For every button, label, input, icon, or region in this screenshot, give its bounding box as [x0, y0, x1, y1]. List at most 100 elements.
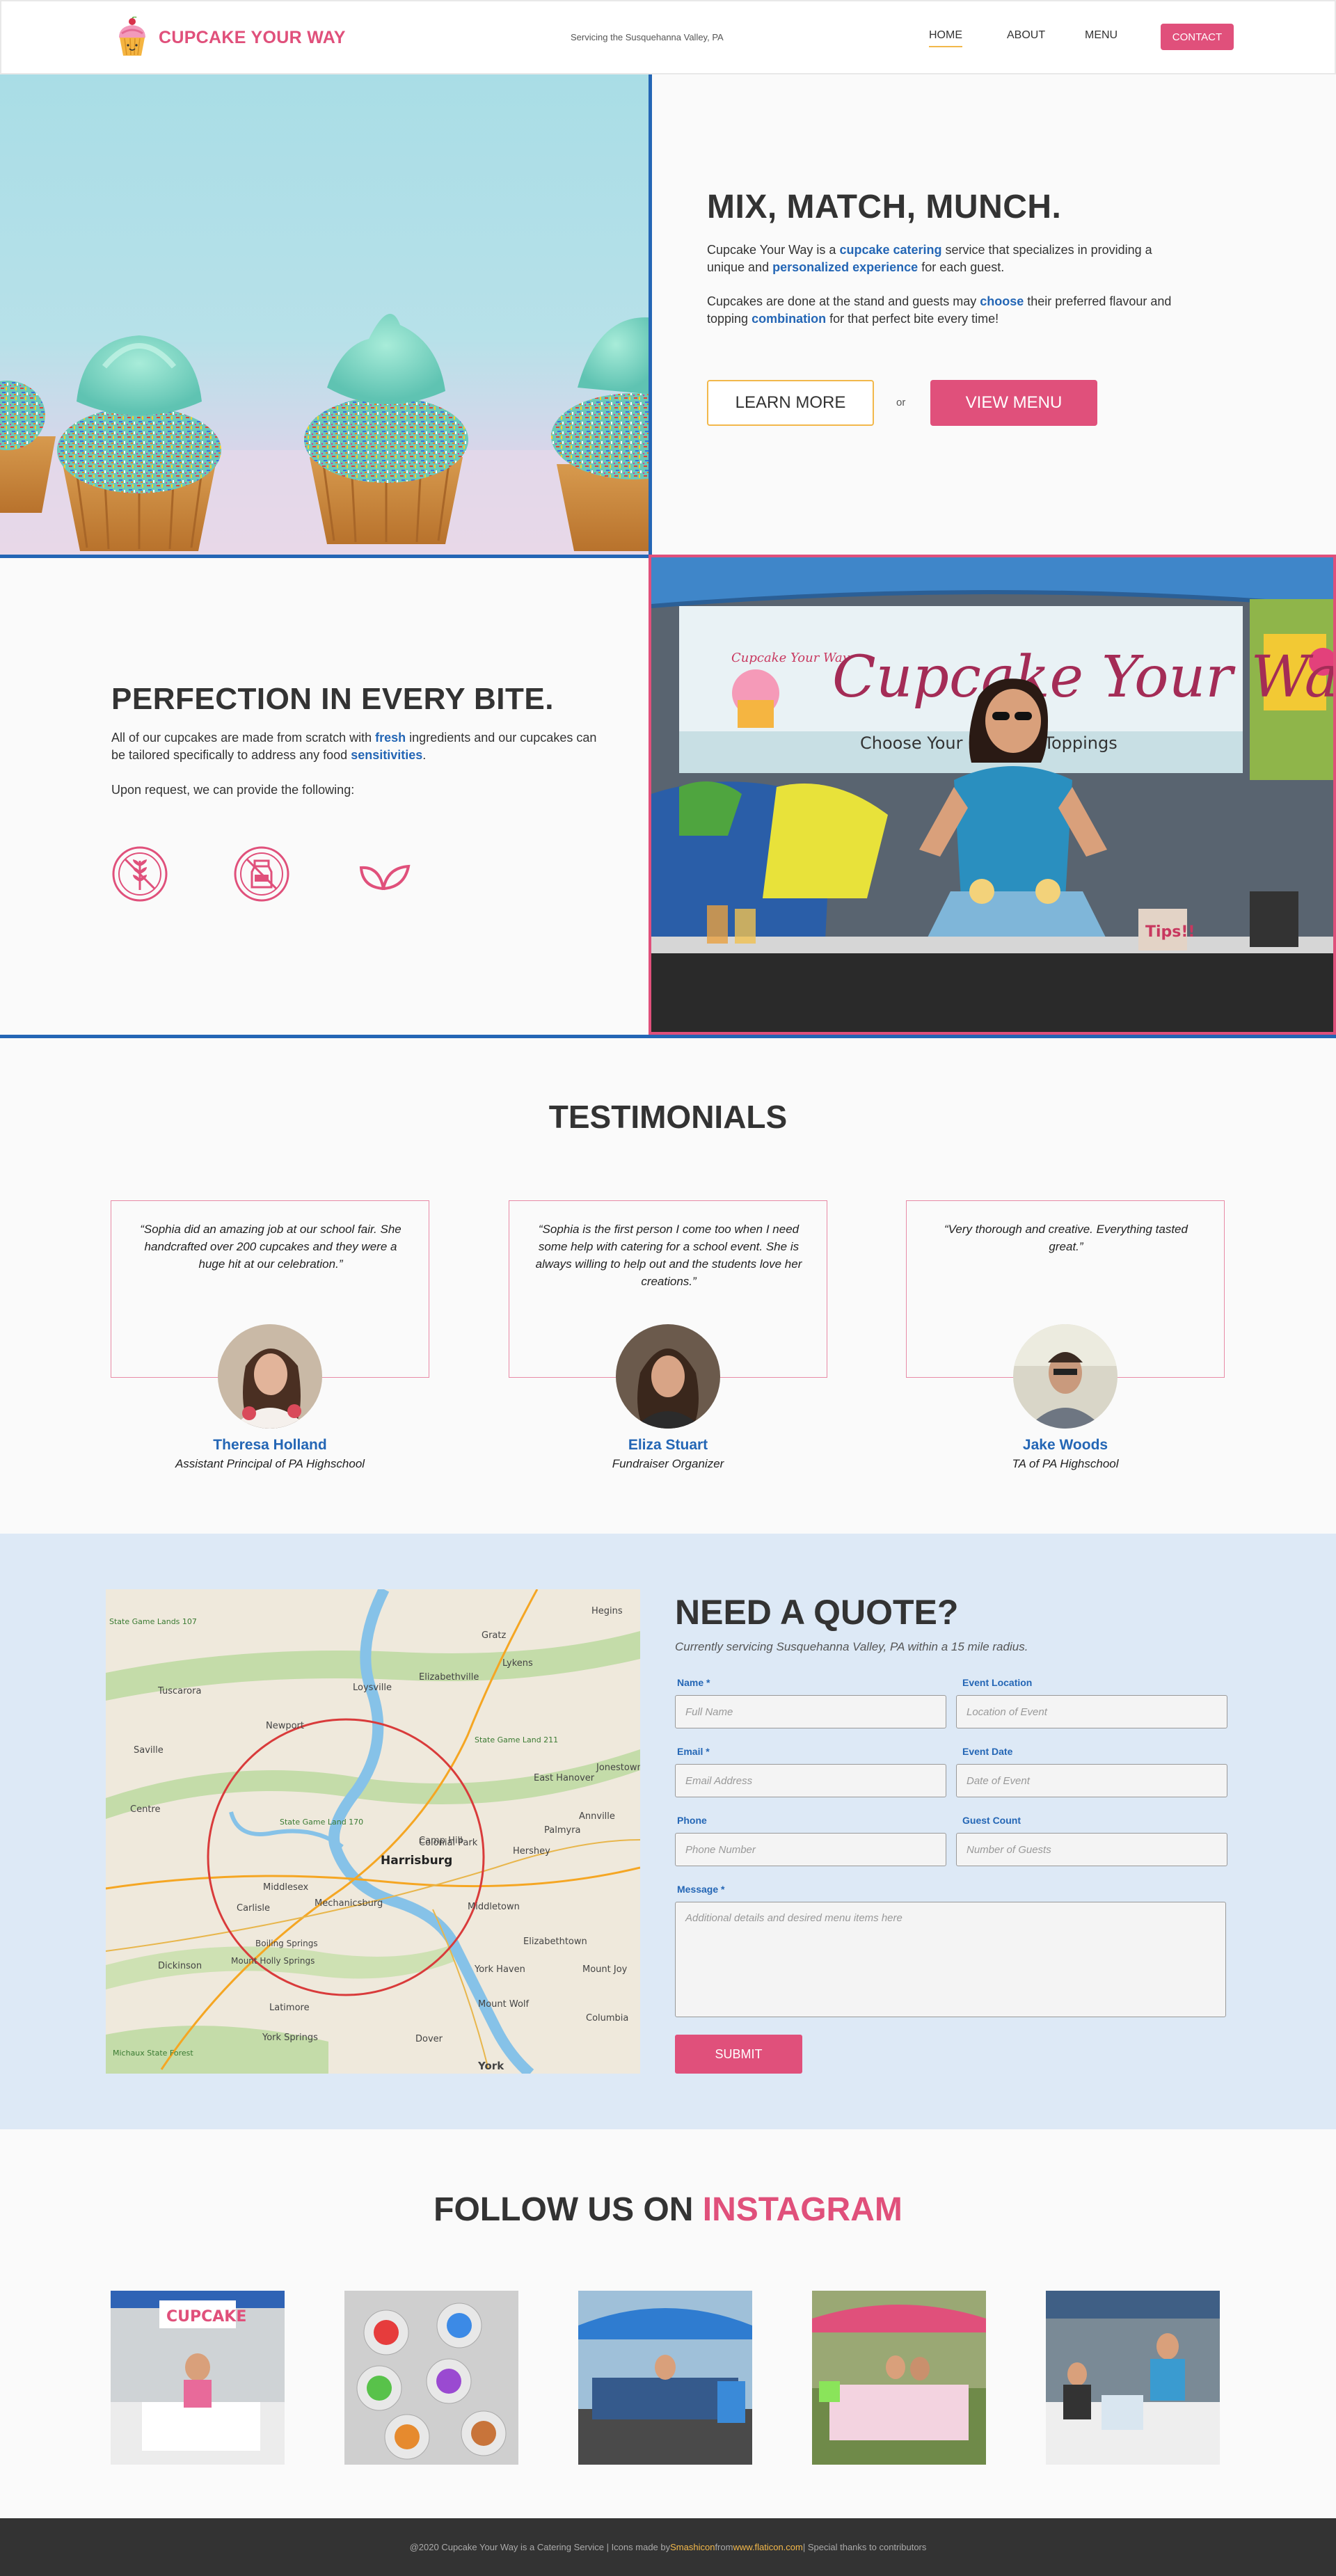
nav-about[interactable]: ABOUT	[1007, 29, 1045, 42]
svg-text:Latimore: Latimore	[269, 2003, 310, 2013]
instagram-photo[interactable]: CUPCAKE	[111, 2291, 285, 2465]
highlight-fresh: fresh	[375, 731, 406, 745]
highlight-choose: choose	[980, 294, 1024, 308]
svg-text:Dickinson: Dickinson	[158, 1961, 202, 1971]
svg-text:Tips!!: Tips!!	[1145, 923, 1195, 941]
avatar	[616, 1324, 720, 1429]
view-menu-button[interactable]: VIEW MENU	[930, 380, 1097, 426]
svg-text:Middletown: Middletown	[468, 1902, 520, 1912]
svg-text:State Game Land 211: State Game Land 211	[475, 1735, 558, 1744]
instagram-photo[interactable]	[812, 2291, 986, 2465]
highlight-cupcake-catering: cupcake catering	[839, 243, 942, 257]
quote-subtitle: Currently servicing Susquehanna Valley, …	[675, 1640, 1028, 1653]
svg-text:Lykens: Lykens	[502, 1658, 533, 1669]
learn-more-button[interactable]: LEARN MORE	[707, 380, 874, 426]
gluten-free-icon	[112, 846, 168, 902]
section-divider-bottom	[0, 1035, 1336, 1038]
testimonial-name: Theresa Holland	[213, 1437, 327, 1453]
svg-text:Elizabethville: Elizabethville	[419, 1672, 479, 1683]
svg-text:Boiling Springs: Boiling Springs	[255, 1939, 318, 1948]
svg-text:Elizabethtown: Elizabethtown	[523, 1937, 587, 1947]
brand-name[interactable]: CUPCAKE YOUR WAY	[159, 28, 346, 48]
testimonial-name: Eliza Stuart	[628, 1437, 708, 1453]
name-field[interactable]: Full Name	[675, 1695, 946, 1728]
site-footer: @2020 Cupcake Your Way is a Catering Ser…	[0, 2518, 1336, 2576]
cupcake-stand-photo: Cupcake Your Way Cupcake Your Way Choose…	[649, 555, 1336, 1035]
svg-text:York Springs: York Springs	[262, 2033, 318, 2043]
event-date-field[interactable]: Date of Event	[956, 1764, 1227, 1797]
email-label: Email *	[677, 1746, 710, 1757]
hero-description-2: Cupcakes are done at the stand and guest…	[707, 294, 1172, 326]
dairy-free-icon	[234, 846, 289, 902]
svg-text:Tuscarora: Tuscarora	[157, 1686, 201, 1696]
cupcake-logo-icon[interactable]	[115, 17, 150, 58]
svg-text:Harrisburg: Harrisburg	[381, 1854, 452, 1868]
svg-text:Hegins: Hegins	[591, 1606, 623, 1616]
svg-text:Loysville: Loysville	[353, 1683, 392, 1693]
testimonial-role: Fundraiser Organizer	[612, 1457, 724, 1470]
header-tagline: Servicing the Susquehanna Valley, PA	[571, 32, 724, 42]
svg-text:Mount Holly Springs: Mount Holly Springs	[231, 1956, 315, 1966]
perfection-title: PERFECTION IN EVERY BITE.	[111, 682, 554, 716]
svg-text:State Game Lands 107: State Game Lands 107	[109, 1617, 197, 1626]
event-location-field[interactable]: Location of Event	[956, 1695, 1227, 1728]
or-separator: or	[896, 397, 906, 408]
vegan-leaf-icon	[359, 864, 411, 891]
perfection-description: All of our cupcakes are made from scratc…	[111, 731, 597, 762]
svg-text:East Hanover: East Hanover	[534, 1773, 595, 1783]
testimonials-title: TESTIMONIALS	[548, 1099, 788, 1135]
section-divider-top	[0, 555, 649, 558]
testimonial-name: Jake Woods	[1022, 1437, 1108, 1453]
svg-text:Carlisle: Carlisle	[237, 1903, 270, 1914]
nav-contact-button[interactable]: CONTACT	[1161, 24, 1234, 50]
event-location-label: Event Location	[962, 1677, 1033, 1688]
testimonial-role: Assistant Principal of PA Highschool	[175, 1457, 365, 1470]
instagram-photo[interactable]	[578, 2291, 752, 2465]
footer-site-link[interactable]: www.flaticon.com	[733, 2542, 802, 2552]
highlight-personalized-experience: personalized experience	[772, 260, 918, 274]
cupcake-stand-illustration: Cupcake Your Way Cupcake Your Way Choose…	[651, 557, 1333, 1032]
hero-description-1: Cupcake Your Way is a cupcake catering s…	[707, 243, 1152, 274]
perfection-request-note: Upon request, we can provide the followi…	[111, 783, 355, 797]
phone-label: Phone	[677, 1815, 707, 1826]
submit-button[interactable]: SUBMIT	[675, 2035, 802, 2074]
hero-cupcakes-photo	[0, 74, 649, 555]
guest-count-label: Guest Count	[962, 1815, 1021, 1826]
hero-text-block: MIX, MATCH, MUNCH. Cupcake Your Way is a…	[707, 188, 1180, 328]
svg-text:Middlesex: Middlesex	[263, 1882, 308, 1893]
nav-home[interactable]: HOME	[929, 29, 962, 47]
svg-text:Saville: Saville	[134, 1745, 164, 1756]
instagram-photo[interactable]	[344, 2291, 518, 2465]
svg-text:State Game Land 170: State Game Land 170	[280, 1818, 363, 1827]
cupcakes-illustration	[0, 314, 649, 555]
svg-text:Centre: Centre	[130, 1804, 160, 1815]
nav-menu[interactable]: MENU	[1085, 29, 1118, 42]
avatar	[218, 1324, 322, 1429]
svg-text:Hershey: Hershey	[513, 1846, 550, 1857]
message-label: Message *	[677, 1884, 725, 1895]
svg-text:Colonial Park: Colonial Park	[419, 1838, 478, 1848]
stand-sign-text: CUPCAKE	[166, 2308, 246, 2325]
instagram-highlight[interactable]: INSTAGRAM	[703, 2191, 902, 2228]
service-area-map[interactable]: Harrisburg Hershey Camp Hill Mechanicsbu…	[106, 1589, 640, 2074]
svg-text:Michaux State Forest: Michaux State Forest	[113, 2049, 193, 2058]
quote-title: NEED A QUOTE?	[675, 1593, 959, 1632]
avatar	[1013, 1324, 1118, 1429]
phone-field[interactable]: Phone Number	[675, 1833, 946, 1866]
instagram-photo[interactable]	[1046, 2291, 1220, 2465]
name-label: Name *	[677, 1677, 710, 1688]
svg-text:Gratz: Gratz	[482, 1630, 506, 1641]
email-field[interactable]: Email Address	[675, 1764, 946, 1797]
guest-count-field[interactable]: Number of Guests	[956, 1833, 1227, 1866]
instagram-title: FOLLOW US ON INSTAGRAM	[434, 2191, 902, 2228]
svg-text:Dover: Dover	[415, 2034, 443, 2044]
svg-text:Mechanicsburg: Mechanicsburg	[315, 1898, 383, 1909]
svg-text:Mount Joy: Mount Joy	[582, 1964, 628, 1975]
footer-author-link[interactable]: Smashicon	[670, 2542, 715, 2552]
testimonial-quote: “Very thorough and creative. Everything …	[944, 1223, 1188, 1253]
highlight-combination: combination	[752, 312, 827, 326]
svg-text:York: York	[477, 2060, 504, 2072]
message-field[interactable]: Additional details and desired menu item…	[675, 1902, 1226, 2017]
banner-script-title: Cupcake Your Way	[832, 644, 1333, 710]
svg-text:Columbia: Columbia	[586, 2013, 628, 2024]
